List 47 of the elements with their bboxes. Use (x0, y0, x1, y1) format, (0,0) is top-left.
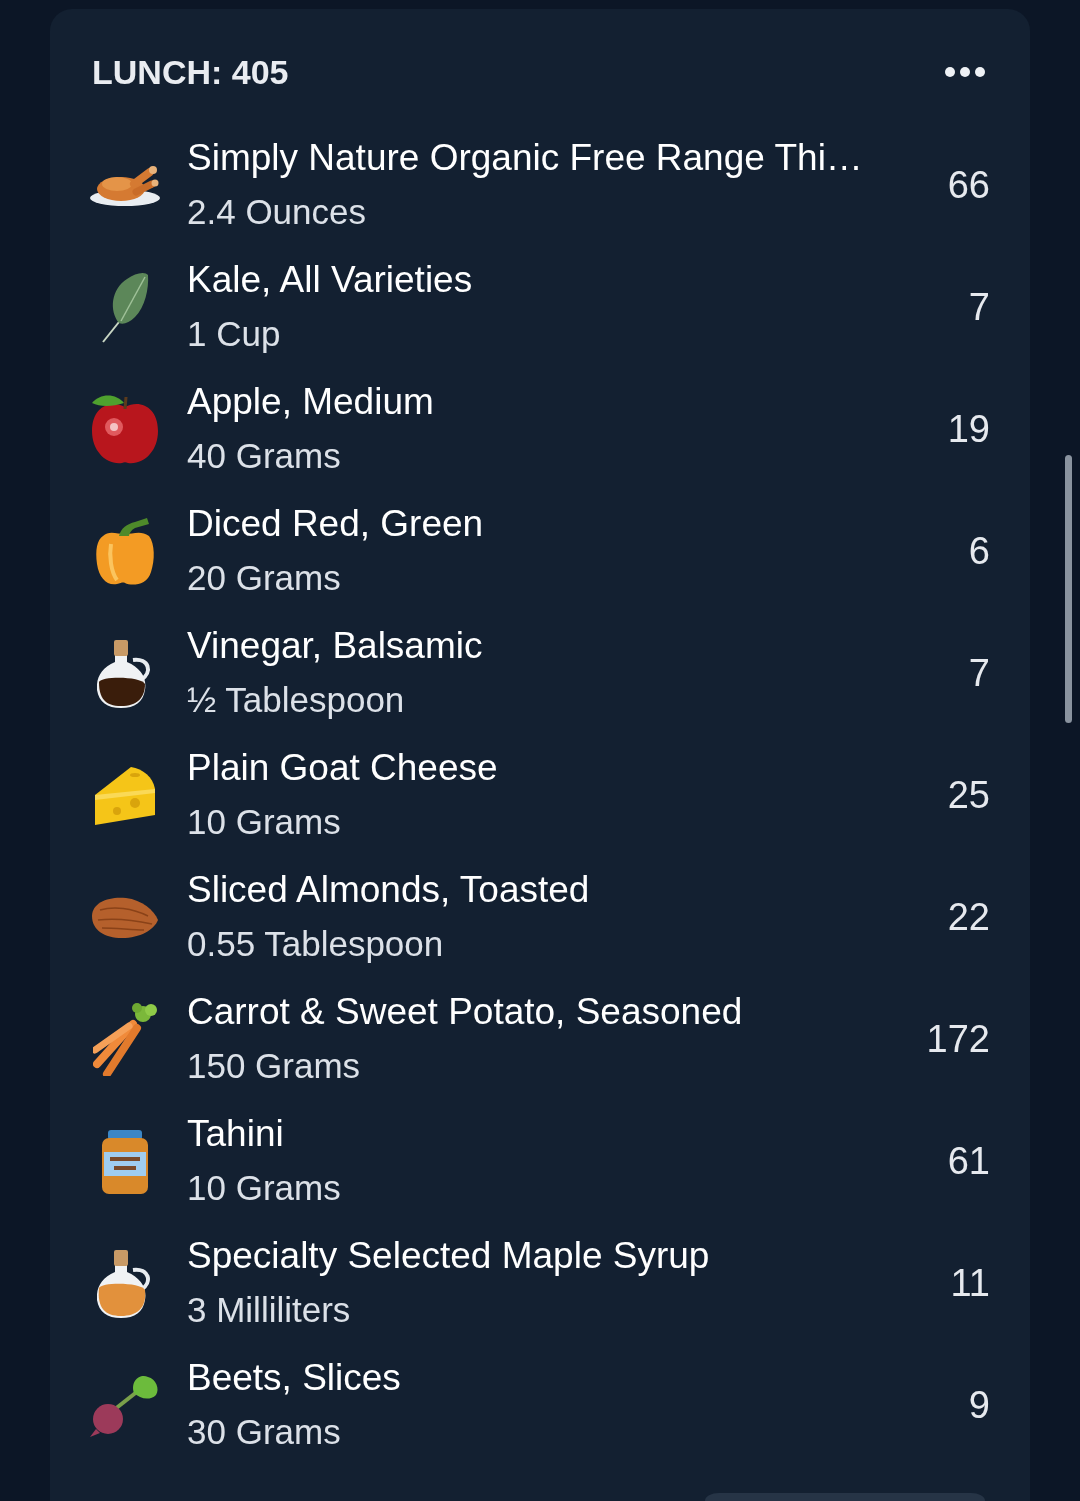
serving-amount: 40 Grams (187, 435, 341, 477)
bottle-icon (97, 638, 153, 708)
food-name: Simply Nature Organic Free Range Thi… (187, 136, 863, 180)
calorie-count: 7 (968, 651, 990, 695)
calorie-count: 61 (947, 1139, 990, 1183)
calorie-count: 7 (968, 285, 990, 329)
calorie-count: 172 (926, 1017, 990, 1061)
serving-amount: 30 Grams (187, 1411, 341, 1453)
food-name: Specialty Selected Maple Syrup (187, 1234, 710, 1278)
food-name: Kale, All Varieties (187, 258, 473, 302)
meal-title: LUNCH: 405 (92, 52, 289, 92)
calorie-count: 9 (968, 1383, 990, 1427)
food-name: Tahini (187, 1112, 284, 1156)
serving-amount: 3 Milliliters (187, 1289, 351, 1331)
calorie-count: 19 (947, 407, 990, 451)
serving-amount: 0.55 Tablespoon (187, 923, 444, 965)
leaf-icon (101, 271, 149, 343)
serving-amount: 20 Grams (187, 557, 341, 599)
bell-pepper-icon (95, 516, 155, 586)
serving-amount: 2.4 Ounces (187, 191, 366, 233)
serving-amount: 10 Grams (187, 801, 341, 843)
scrollbar-thumb[interactable] (1065, 455, 1072, 723)
cheese-icon (95, 765, 155, 825)
serving-amount: 10 Grams (187, 1167, 341, 1209)
food-name: Carrot & Sweet Potato, Seasoned (187, 990, 743, 1034)
apple-icon (92, 393, 158, 465)
jar-icon (102, 1128, 148, 1194)
food-name: Beets, Slices (187, 1356, 401, 1400)
carrot-icon (93, 1002, 157, 1076)
food-name: Apple, Medium (187, 380, 434, 424)
roast-chicken-icon (90, 164, 160, 206)
almond-icon (92, 896, 158, 938)
bottle-icon (97, 1248, 153, 1318)
serving-amount: 1 Cup (187, 313, 281, 355)
food-name: Sliced Almonds, Toasted (187, 868, 590, 912)
calorie-count: 6 (968, 529, 990, 573)
serving-amount: ½ Tablespoon (187, 679, 405, 721)
food-name: Vinegar, Balsamic (187, 624, 483, 668)
serving-amount: 150 Grams (187, 1045, 361, 1087)
calorie-count: 22 (947, 895, 990, 939)
calorie-count: 25 (947, 773, 990, 817)
food-name: Diced Red, Green (187, 502, 484, 546)
beet-icon (90, 1373, 160, 1437)
calorie-count: 11 (950, 1261, 990, 1305)
food-name: Plain Goat Cheese (187, 746, 498, 790)
calorie-count: 66 (947, 163, 990, 207)
more-icon[interactable] (945, 67, 985, 77)
